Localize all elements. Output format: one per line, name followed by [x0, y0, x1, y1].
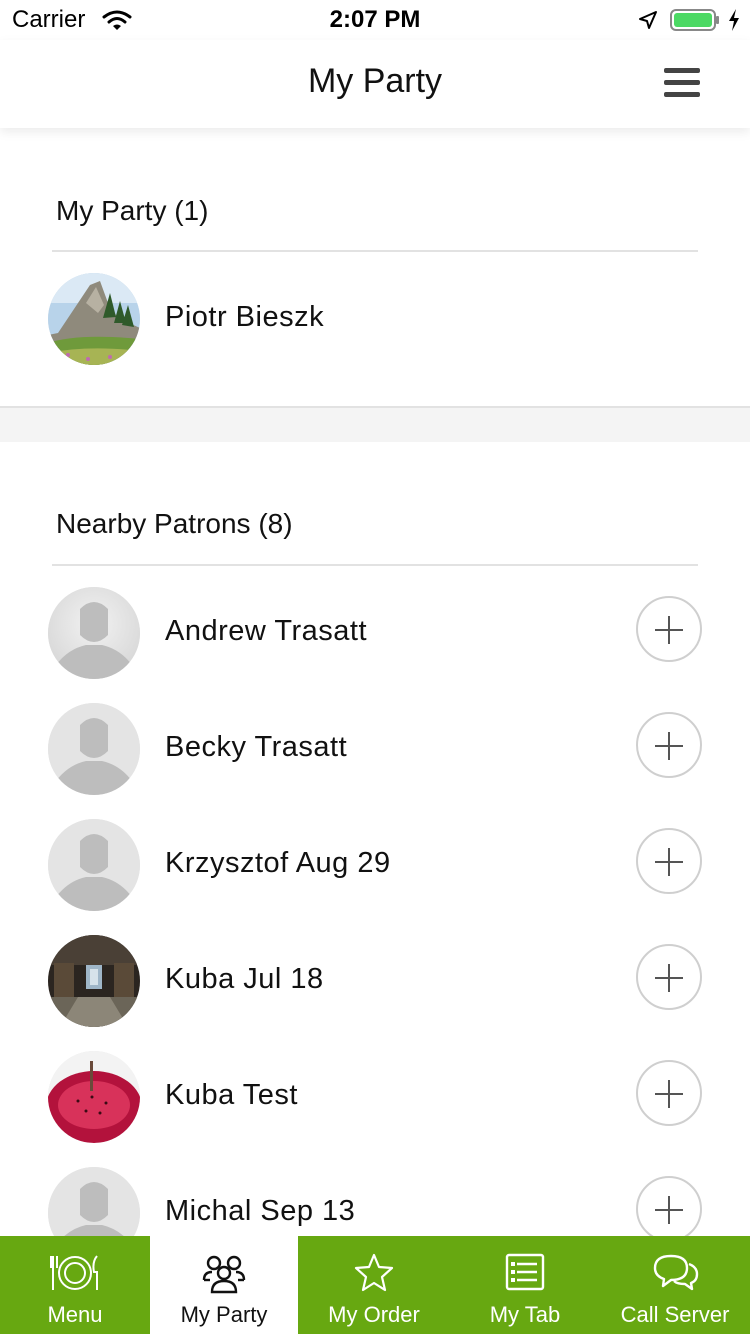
- add-patron-button[interactable]: [636, 712, 702, 778]
- patron-name: Becky Trasatt: [165, 731, 348, 763]
- avatar-default: [48, 819, 140, 911]
- section-separator: [0, 406, 750, 442]
- page-title: My Party: [307, 62, 443, 100]
- tab-label: My Order: [328, 1302, 420, 1327]
- chat-bubbles-icon: [653, 1254, 699, 1291]
- add-patron-button[interactable]: [636, 828, 702, 894]
- section-divider: [52, 564, 698, 566]
- tab-my-order[interactable]: My Order: [298, 1236, 450, 1334]
- tab-my-party[interactable]: My Party: [150, 1236, 298, 1334]
- section-divider: [52, 250, 698, 252]
- patron-row[interactable]: Kuba Jul 18: [0, 931, 750, 1031]
- tab-my-tab[interactable]: My Tab: [450, 1236, 600, 1334]
- charging-bolt-icon: [729, 9, 739, 31]
- mountain-photo-image: [48, 273, 140, 365]
- patron-row[interactable]: Kuba Test: [0, 1047, 750, 1147]
- battery-icon: [670, 9, 719, 31]
- add-patron-button[interactable]: [636, 1060, 702, 1126]
- add-patron-button[interactable]: [636, 1176, 702, 1236]
- patron-row[interactable]: Becky Trasatt: [0, 699, 750, 799]
- party-member-row[interactable]: Piotr Bieszk: [0, 269, 750, 369]
- patron-name: Kuba Jul 18: [165, 963, 324, 995]
- add-patron-button[interactable]: [636, 596, 702, 662]
- patron-row[interactable]: Krzysztof Aug 29: [0, 815, 750, 915]
- avatar-stable-photo: [48, 935, 140, 1027]
- patron-row[interactable]: Michal Sep 13: [0, 1163, 750, 1236]
- tab-label: Menu: [47, 1302, 103, 1327]
- patron-name: Krzysztof Aug 29: [165, 847, 391, 879]
- avatar-dragonfruit-photo: [48, 1051, 140, 1143]
- add-patron-button[interactable]: [636, 944, 702, 1010]
- tab-label: Call Server: [620, 1302, 730, 1327]
- avatar-mountain-photo: [48, 273, 140, 365]
- avatar-default: [48, 587, 140, 679]
- nearby-patrons-header: Nearby Patrons (8): [56, 508, 293, 539]
- stable-photo-image: [48, 935, 140, 1027]
- dragonfruit-photo-image: [48, 1051, 140, 1143]
- location-arrow-icon: [639, 11, 657, 29]
- patron-name: Michal Sep 13: [165, 1195, 356, 1227]
- avatar-default: [48, 703, 140, 795]
- status-bar: Carrier 2:07 PM: [0, 0, 750, 40]
- default-avatar-icon: [48, 703, 140, 795]
- hamburger-line: [664, 68, 700, 73]
- default-avatar-icon: [48, 1167, 140, 1236]
- tab-bar: Menu My Party My Order My Tab Call Serve…: [0, 1236, 750, 1334]
- content-scroll[interactable]: My Party (1) Piotr Bieszk Nearby Patrons…: [0, 128, 750, 1236]
- default-avatar-icon: [48, 819, 140, 911]
- tab-label: My Tab: [489, 1302, 561, 1327]
- star-icon: [354, 1253, 394, 1292]
- hamburger-line: [664, 80, 700, 85]
- hamburger-icon[interactable]: [664, 68, 700, 100]
- group-icon: [202, 1255, 246, 1294]
- tab-menu[interactable]: Menu: [0, 1236, 150, 1334]
- member-name: Piotr Bieszk: [165, 301, 325, 333]
- my-party-header: My Party (1): [56, 195, 209, 226]
- avatar-default: [48, 1167, 140, 1236]
- default-avatar-icon: [48, 587, 140, 679]
- tab-label: My Party: [180, 1302, 268, 1327]
- tab-call-server[interactable]: Call Server: [600, 1236, 750, 1334]
- patron-row[interactable]: Andrew Trasatt: [0, 583, 750, 683]
- hamburger-line: [664, 92, 700, 97]
- plate-cutlery-icon: [50, 1255, 98, 1290]
- patron-name: Kuba Test: [165, 1079, 298, 1111]
- list-icon: [505, 1253, 545, 1291]
- nav-bar: My Party: [0, 40, 750, 128]
- patron-name: Andrew Trasatt: [165, 615, 368, 647]
